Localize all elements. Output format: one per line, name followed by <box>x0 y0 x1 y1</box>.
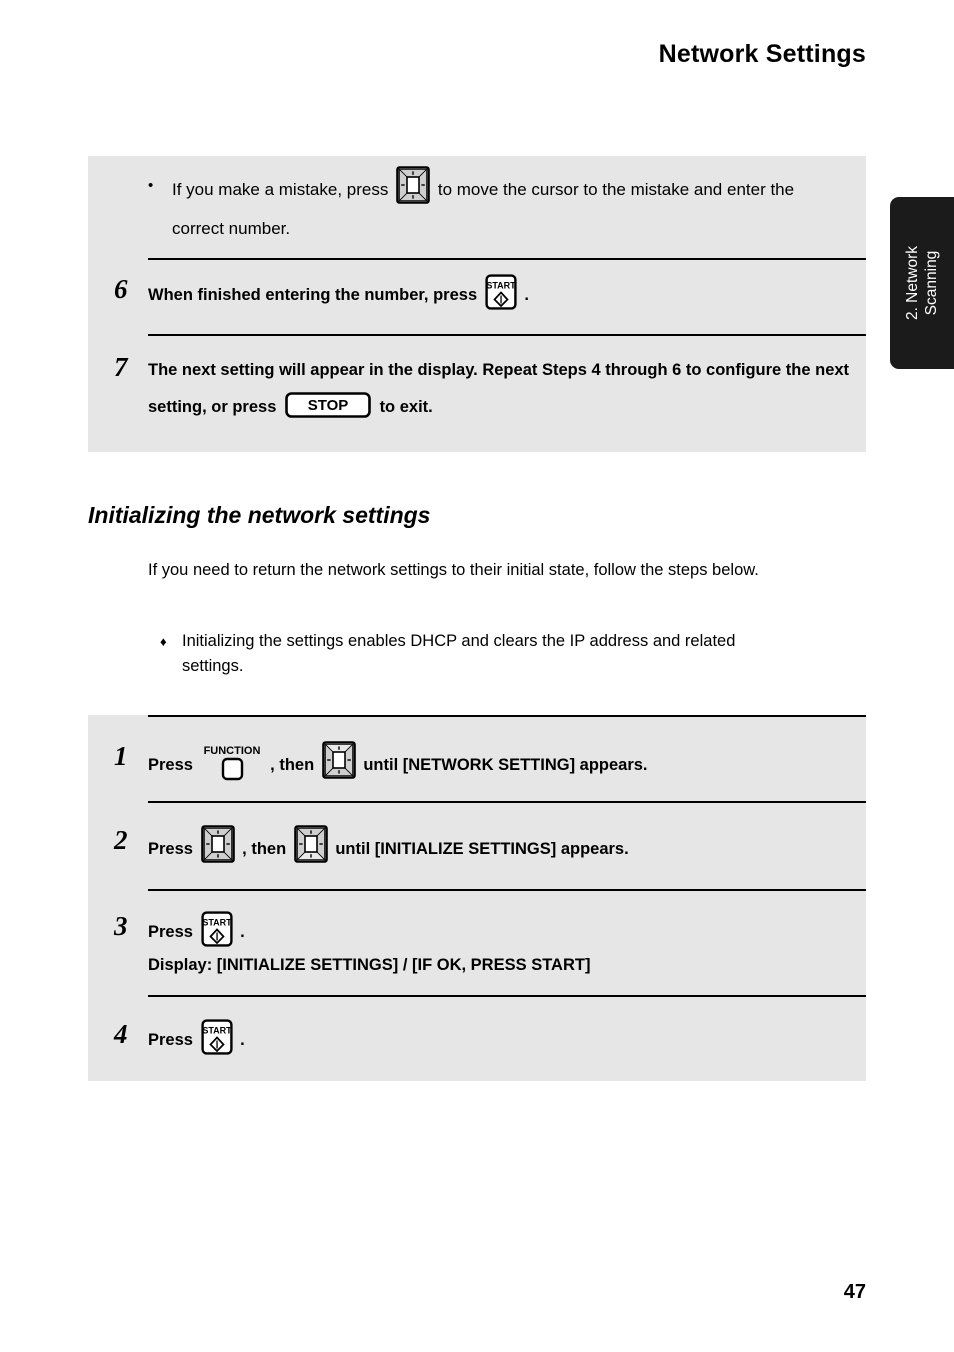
chapter-side-tab-line2: Scanning <box>923 250 940 316</box>
step-7-number: 7 <box>114 352 128 382</box>
chapter-side-tab-label: 2. Network Scanning <box>903 246 941 320</box>
step-2-number: 2 <box>114 825 128 855</box>
start-key-icon[interactable]: START <box>200 911 233 947</box>
step-2-press-label: Press <box>148 840 193 858</box>
panel-divider <box>148 715 866 717</box>
page-number: 47 <box>843 1281 866 1303</box>
stop-key-icon[interactable]: STOP <box>285 392 371 418</box>
chapter-side-tab: 2. Network Scanning <box>890 197 954 369</box>
step-6-text-before: When finished entering the number, press <box>148 286 478 304</box>
steps-panel-lower: 1 Press FUNCTION , then until [NETWORK S… <box>88 715 866 1081</box>
step-6-text: When finished entering the number, press… <box>148 274 858 314</box>
step-3-text: Press START . Display: [INITIALIZE SETTI… <box>148 911 858 980</box>
mistake-note-text-before: If you make a mistake, press <box>172 180 389 199</box>
arrow-key-icon[interactable] <box>200 825 235 863</box>
step-4-text-after: . <box>240 1031 245 1049</box>
svg-text:START: START <box>486 281 516 291</box>
section-note-text: Initializing the settings enables DHCP a… <box>182 632 736 675</box>
section-note: ♦ Initializing the settings enables DHCP… <box>160 629 800 679</box>
panel-divider <box>148 995 866 997</box>
svg-text:STOP: STOP <box>308 397 349 414</box>
step-1-number: 1 <box>114 741 128 771</box>
chapter-side-tab-line1: 2. Network <box>904 245 921 321</box>
start-key-icon[interactable]: START <box>200 1019 233 1055</box>
step-1-then-label: , then <box>270 756 315 774</box>
svg-text:START: START <box>202 918 232 928</box>
step-4-number: 4 <box>114 1019 128 1049</box>
step-6-text-after: . <box>524 286 529 304</box>
step-3-number: 3 <box>114 911 128 941</box>
diamond-bullet-icon: ♦ <box>160 634 167 649</box>
svg-text:START: START <box>202 1026 232 1036</box>
step-7-text-after: to exit. <box>379 398 433 416</box>
page-title: Network Settings <box>658 40 866 68</box>
step-2-then-label: , then <box>242 840 287 858</box>
mistake-note-text: If you make a mistake, press to move the… <box>172 166 836 248</box>
panel-divider <box>148 334 866 336</box>
panel-divider <box>148 889 866 891</box>
step-4-text: Press START . <box>148 1019 858 1059</box>
step-7-text: The next setting will appear in the disp… <box>148 352 858 426</box>
step-1-text: Press FUNCTION , then until [NETWORK SET… <box>148 741 858 784</box>
step-2-text: Press , then until [INITIALIZE SETTINGS]… <box>148 825 858 868</box>
step-3-text-after: . <box>240 923 245 941</box>
arrow-key-down-icon[interactable] <box>293 825 328 863</box>
panel-divider <box>148 258 866 260</box>
step-1-text-after: until [NETWORK SETTING] appears. <box>363 756 648 774</box>
arrow-key-up-icon[interactable] <box>321 741 356 779</box>
step-1-press-label: Press <box>148 756 193 774</box>
arrow-key-icon[interactable] <box>396 166 430 204</box>
step-3-display-line: Display: [INITIALIZE SETTINGS] / [IF OK,… <box>148 956 591 974</box>
step-2-text-after: until [INITIALIZE SETTINGS] appears. <box>335 840 629 858</box>
section-paragraph: If you need to return the network settin… <box>148 561 759 579</box>
bullet-icon: • <box>148 177 154 194</box>
steps-panel-upper: • If you make a mistake, press to move t… <box>88 156 866 452</box>
svg-text:FUNCTION: FUNCTION <box>203 745 260 757</box>
step-3-press-label: Press <box>148 923 193 941</box>
mistake-note: • If you make a mistake, press to move t… <box>148 166 836 248</box>
step-7-text-before: The next setting will appear in the disp… <box>148 361 850 416</box>
step-4-press-label: Press <box>148 1031 193 1049</box>
start-key-icon[interactable]: START <box>485 274 517 310</box>
panel-divider <box>148 801 866 803</box>
section-heading: Initializing the network settings <box>88 502 431 528</box>
step-6-number: 6 <box>114 274 128 304</box>
function-key-icon[interactable]: FUNCTION <box>199 742 265 782</box>
